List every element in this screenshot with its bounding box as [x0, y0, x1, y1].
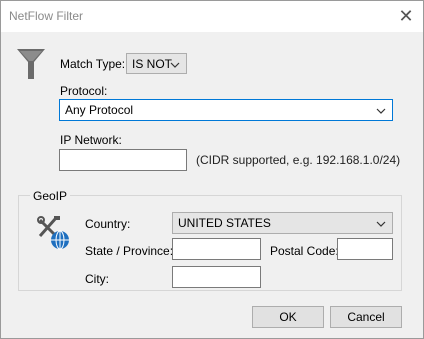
city-label: City: [85, 272, 109, 286]
protocol-value: Any Protocol [65, 103, 134, 117]
ip-network-label: IP Network: [60, 133, 122, 147]
match-type-value: IS NOT [132, 57, 173, 71]
chevron-down-icon [170, 62, 180, 68]
tools-globe-icon [37, 216, 69, 250]
ip-network-hint: (CIDR supported, e.g. 192.168.1.0/24) [196, 153, 401, 167]
netflow-filter-dialog: NetFlow Filter ✕ Match Type: IS NOT Prot… [0, 0, 424, 339]
match-type-select[interactable]: IS NOT [126, 53, 187, 74]
protocol-label: Protocol: [60, 84, 108, 98]
close-icon[interactable]: ✕ [395, 5, 417, 27]
match-type-label: Match Type: [60, 57, 126, 71]
window-title: NetFlow Filter [9, 9, 84, 23]
ip-network-input[interactable] [59, 149, 187, 171]
title-bar: NetFlow Filter ✕ [1, 1, 423, 32]
filter-funnel-icon [17, 49, 45, 79]
city-input[interactable] [172, 266, 261, 288]
country-select[interactable]: UNITED STATES [172, 212, 393, 234]
state-input[interactable] [172, 238, 261, 260]
country-value: UNITED STATES [178, 216, 271, 230]
protocol-select[interactable]: Any Protocol [59, 99, 393, 121]
postal-code-input[interactable] [337, 238, 393, 260]
geoip-legend: GeoIP [30, 189, 71, 203]
chevron-down-icon [376, 108, 386, 114]
cancel-button[interactable]: Cancel [330, 306, 402, 328]
chevron-down-icon [376, 221, 386, 227]
state-label: State / Province: [85, 244, 174, 258]
ok-button[interactable]: OK [252, 306, 324, 328]
country-label: Country: [85, 217, 131, 231]
postal-code-label: Postal Code: [270, 244, 339, 258]
